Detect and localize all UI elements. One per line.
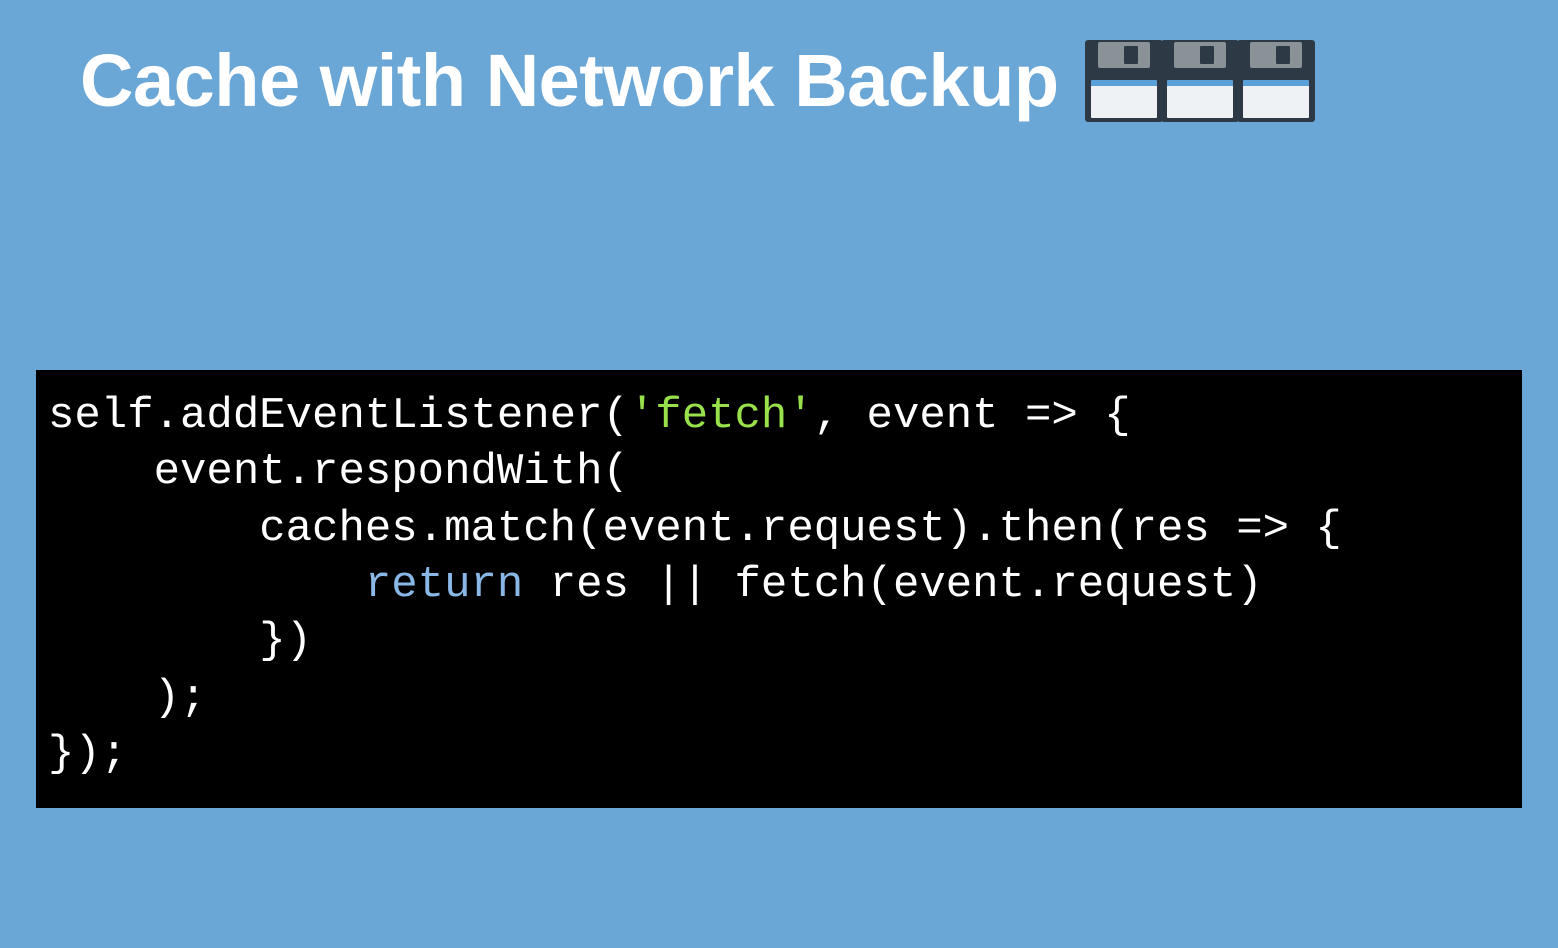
floppy-disk-icon xyxy=(1161,40,1239,122)
floppy-icon-group xyxy=(1087,40,1315,122)
floppy-disk-icon xyxy=(1237,40,1315,122)
slide-title: Cache with Network Backup xyxy=(80,38,1059,123)
code-token: self.addEventListener( xyxy=(48,391,629,441)
code-token: 'fetch' xyxy=(629,391,814,441)
slide-title-row: Cache with Network Backup xyxy=(80,38,1478,123)
code-block: self.addEventListener('fetch', event => … xyxy=(36,370,1522,808)
code-token: return xyxy=(365,560,523,610)
floppy-disk-icon xyxy=(1085,40,1163,122)
